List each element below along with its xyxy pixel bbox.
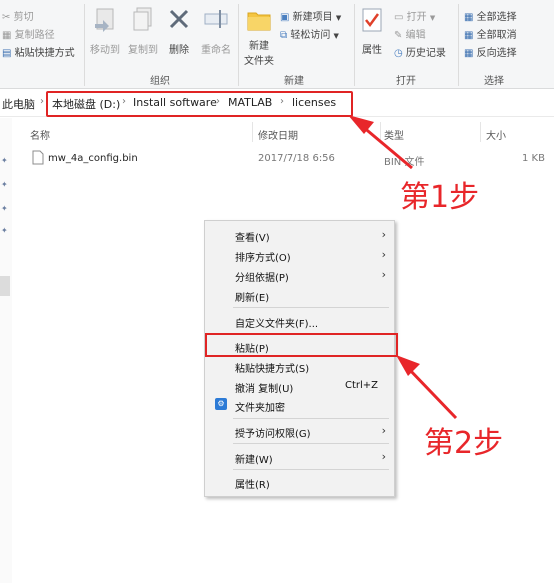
step2-arrow-icon (396, 355, 458, 420)
annotation-arrows (348, 115, 458, 420)
step1-label: 第1步 (400, 180, 480, 215)
step2-label: 第2步 (424, 426, 504, 461)
step1-arrow-icon (348, 115, 413, 170)
